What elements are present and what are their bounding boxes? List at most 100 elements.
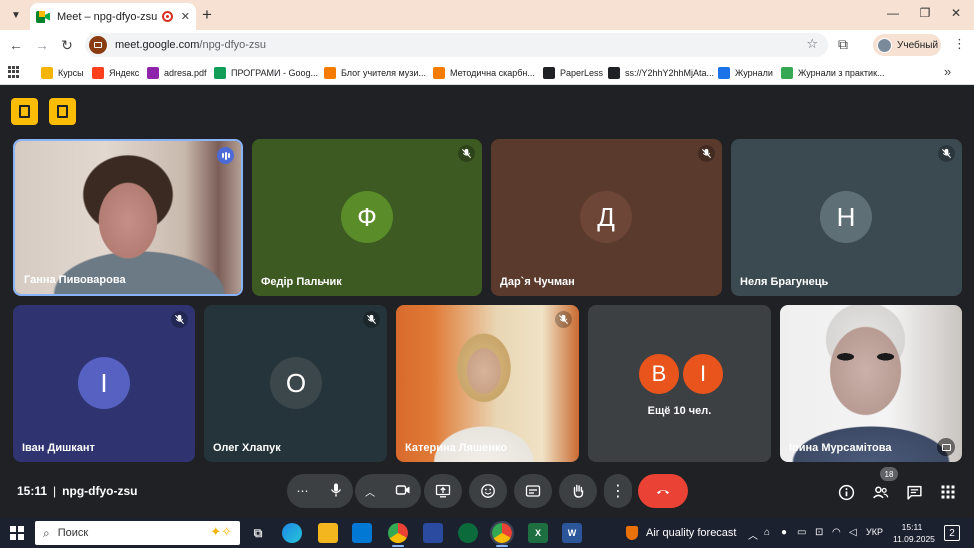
bookmark-item[interactable]: ПРОГРАМИ - Goog... (214, 66, 318, 79)
profile-avatar (877, 37, 892, 53)
bookmark-favicon-icon (324, 66, 336, 79)
windows-start-icon[interactable] (10, 526, 24, 540)
participant-tile-5[interactable]: О Олег Хлапук (204, 305, 387, 462)
participant-tile-7[interactable]: Ірина Мурсамітова (780, 305, 962, 462)
more-audio-options-icon[interactable]: ⋯ (297, 484, 309, 498)
extensions-icon[interactable]: ⧉ (838, 36, 848, 53)
bookmark-star-icon[interactable]: ☆ (806, 36, 818, 52)
edge-icon[interactable] (282, 523, 302, 543)
language-indicator[interactable]: УКР (866, 527, 883, 537)
windows-taskbar: ⌕ Поиск ✦✧ ⧉ X W Air quality forecast ︿ … (0, 518, 974, 548)
emoji-icon (481, 484, 495, 498)
participant-tile-6[interactable]: Катерина Ляшенко (396, 305, 579, 462)
bookmark-item[interactable]: PaperLess (543, 66, 603, 79)
raise-hand-button[interactable] (559, 474, 597, 508)
back-button[interactable]: ← (7, 36, 25, 54)
video-options-chevron-icon[interactable]: ︿ (365, 484, 375, 499)
task-view-icon[interactable]: ⧉ (248, 523, 268, 543)
more-participants-tile[interactable]: В І Ещё 10 чел. (588, 305, 771, 462)
mic-control-group: ⋯ (287, 474, 353, 508)
save-disk-icon[interactable] (423, 523, 443, 543)
wifi-icon[interactable]: ◠ (832, 527, 841, 538)
restore-button[interactable]: ❐ (915, 6, 935, 20)
participant-tile-4[interactable]: І Іван Дишкант (13, 305, 195, 462)
notifications-icon[interactable]: 2 (944, 525, 960, 541)
participant-tile-1[interactable]: Ф Федір Пальчик (252, 139, 482, 296)
chrome-icon[interactable] (388, 523, 408, 543)
bookmark-item[interactable]: Яндекс (92, 66, 139, 79)
chrome-profile-icon[interactable] (490, 521, 514, 545)
participant-tile-2[interactable]: Д Дар`я Чучман (491, 139, 722, 296)
captions-button[interactable] (514, 474, 552, 508)
mic-button[interactable] (328, 482, 344, 501)
participant-name: Ірина Мурсамітова (789, 442, 892, 454)
mic-off-icon (938, 145, 955, 162)
file-explorer-icon[interactable] (318, 523, 338, 543)
tray-chevron-icon[interactable]: ︿ (748, 527, 758, 542)
meeting-time: 15:11 (17, 484, 48, 498)
search-icon: ⌕ (43, 525, 50, 540)
info-icon (838, 484, 854, 500)
tab-close-button[interactable]: ✕ (181, 10, 190, 23)
new-tab-button[interactable]: + (202, 5, 212, 25)
participants-count-badge: 18 (880, 467, 898, 481)
reload-button[interactable]: ↻ (58, 36, 76, 54)
captions-icon (525, 485, 541, 497)
tab-search-button[interactable]: ▼ (6, 5, 26, 25)
site-info-icon[interactable] (89, 36, 107, 54)
taskbar-search[interactable]: ⌕ Поиск ✦✧ (35, 521, 240, 545)
bookmark-item[interactable]: Методична скарбн... (433, 66, 535, 79)
tray-mic-icon[interactable]: ● (781, 527, 787, 538)
close-window-button[interactable]: ✕ (946, 6, 966, 20)
people-icon (872, 486, 888, 498)
activities-button[interactable] (938, 482, 958, 502)
chat-button[interactable] (904, 482, 924, 502)
mic-icon (330, 483, 341, 496)
bookmarks-overflow-icon[interactable]: » (944, 64, 951, 79)
more-options-button[interactable]: ⋮ (604, 474, 632, 508)
pin-icon[interactable] (937, 438, 955, 456)
participant-avatar: Д (580, 191, 632, 243)
profile-button[interactable]: Учебный (873, 34, 941, 56)
address-bar[interactable]: meet.google.com/npg-dfyo-zsu ☆ (85, 33, 828, 57)
participant-tile-3[interactable]: Н Неля Брагунець (731, 139, 962, 296)
participant-name: Федір Пальчик (261, 276, 342, 288)
weather-widget[interactable]: Air quality forecast (646, 527, 736, 539)
tab-meet[interactable]: Meet – npg-dfyo-zsu ✕ (30, 3, 196, 30)
participant-tile-0[interactable]: Ганна Пивоварова (13, 139, 243, 296)
people-button[interactable] (870, 482, 890, 502)
bookmark-item[interactable]: Журнали (718, 66, 773, 79)
participant-name: Іван Дишкант (22, 442, 95, 454)
hand-icon (573, 484, 584, 498)
network-icon[interactable]: ⊡ (815, 527, 823, 538)
store-icon[interactable] (352, 523, 372, 543)
battery-icon[interactable]: ▭ (797, 527, 806, 538)
app-icon[interactable] (458, 523, 478, 543)
word-icon[interactable]: W (562, 523, 582, 543)
present-screen-button[interactable] (424, 474, 462, 508)
security-icon[interactable]: ⌂ (764, 527, 770, 538)
participant-name: Ганна Пивоварова (24, 274, 126, 286)
bookmark-item[interactable]: Журнали з практик... (781, 66, 885, 79)
bookmark-item[interactable]: ss://Y2hhY2hhMjAta... (608, 66, 714, 79)
forward-button[interactable]: → (33, 36, 51, 54)
minimize-button[interactable]: — (883, 6, 903, 20)
active-app-indicator (496, 545, 508, 547)
meeting-details-button[interactable] (836, 482, 856, 502)
bookmark-item[interactable]: Блог учителя музи... (324, 66, 426, 79)
bookmark-item[interactable]: adresa.pdf (147, 66, 207, 79)
camera-button[interactable] (395, 482, 411, 501)
taskbar-clock[interactable]: 15:11 11.09.2025 (893, 521, 935, 545)
apps-grid-icon[interactable] (8, 66, 20, 78)
meeting-info-button[interactable] (49, 98, 76, 125)
leave-call-button[interactable] (638, 474, 688, 508)
host-controls-button[interactable] (11, 98, 38, 125)
volume-icon[interactable]: ◁ (849, 527, 857, 538)
browser-menu-icon[interactable]: ⋮ (953, 36, 966, 52)
bookmark-favicon-icon (433, 66, 445, 79)
bookmark-item[interactable]: Курсы (41, 66, 84, 79)
excel-icon[interactable]: X (528, 523, 548, 543)
reactions-button[interactable] (469, 474, 507, 508)
camera-control-group: ︿ (355, 474, 421, 508)
bookmark-favicon-icon (718, 66, 730, 79)
